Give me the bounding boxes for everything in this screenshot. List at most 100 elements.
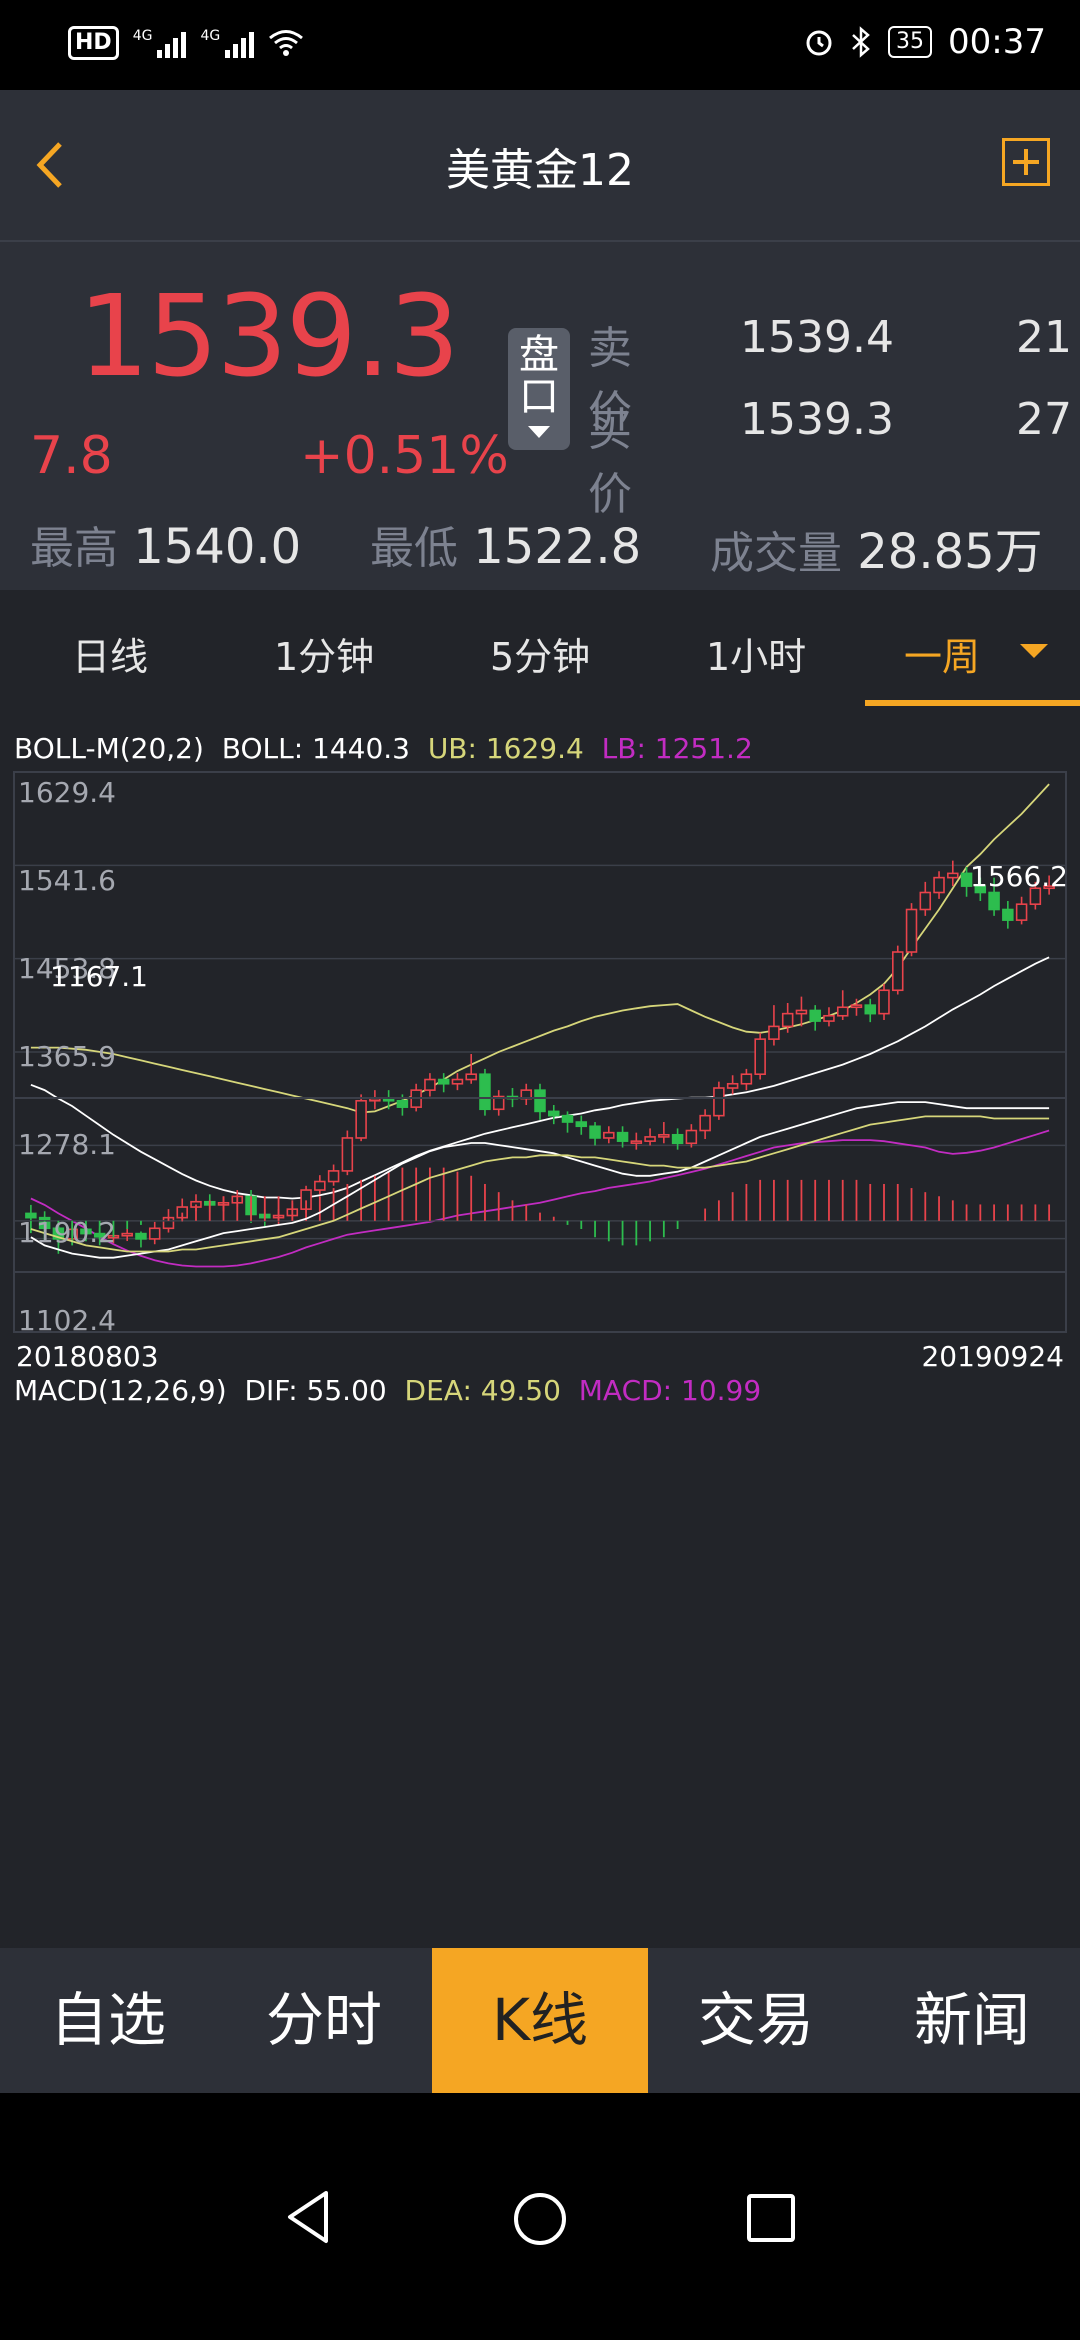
candle <box>327 1170 340 1183</box>
nav-home-icon[interactable] <box>512 2191 568 2247</box>
period-tab-day[interactable]: 日线 <box>72 626 148 681</box>
candle <box>589 1125 601 1139</box>
bid-qty: 27 <box>1016 394 1072 445</box>
low-value: 1522.8 <box>473 519 642 575</box>
y-tick: 1190.2 <box>18 1216 116 1249</box>
candle <box>671 1133 684 1145</box>
macd-value: MACD: 10.99 <box>578 1374 762 1407</box>
pankou-button[interactable]: 盘口 <box>508 328 570 450</box>
candle <box>795 1009 808 1015</box>
candle <box>437 1078 450 1085</box>
candle <box>575 1121 588 1128</box>
ask-qty: 21 <box>1016 312 1072 363</box>
candle <box>314 1180 326 1191</box>
boll-upper-line <box>30 783 1050 1114</box>
candle <box>781 1012 794 1028</box>
candle <box>451 1078 464 1085</box>
y-tick: 1102.4 <box>18 1304 116 1337</box>
x-end-date: 20190924 <box>921 1340 1064 1373</box>
nav-back-icon[interactable] <box>284 2189 332 2245</box>
hd-badge: HD <box>68 26 119 60</box>
y-tick: 1278.1 <box>18 1128 116 1161</box>
price-change: 7.8 <box>30 426 113 486</box>
nav-recents-icon[interactable] <box>746 2193 796 2243</box>
tab-timeshare[interactable]: 分时 <box>216 1948 432 2093</box>
candle <box>919 891 932 911</box>
max-price-label: 1566.2 <box>970 860 1068 893</box>
low-stat: 最低 1522.8 <box>370 512 641 576</box>
status-right: 35 00:37 <box>804 22 1046 62</box>
high-label: 最高 <box>30 523 118 574</box>
candle <box>479 1073 491 1111</box>
status-bar: HD 4G 4G 35 00:37 <box>0 0 1080 90</box>
price-change-percent: +0.51% <box>300 426 509 486</box>
candle <box>685 1129 698 1145</box>
tab-news[interactable]: 新闻 <box>864 1948 1080 2093</box>
period-tab-1hour[interactable]: 1小时 <box>706 626 806 681</box>
candle <box>148 1227 161 1240</box>
candle <box>603 1131 615 1139</box>
candle <box>726 1082 739 1089</box>
active-period-indicator <box>865 700 1080 706</box>
app-bar: 美黄金12 <box>0 90 1080 240</box>
candle <box>548 1110 560 1117</box>
candle <box>892 951 904 992</box>
low-label: 最低 <box>370 523 458 574</box>
volume-label: 成交量 <box>710 528 842 579</box>
candle <box>355 1099 367 1139</box>
signal-icon: 4G <box>133 28 187 58</box>
candle <box>836 1006 849 1017</box>
candle <box>135 1232 147 1240</box>
candle <box>699 1114 711 1132</box>
bluetooth-icon <box>852 26 870 58</box>
boll-mid-line <box>30 956 1050 1200</box>
candle <box>905 908 918 953</box>
macd-plot-frame <box>13 1097 1067 1273</box>
pankou-label: 盘口 <box>519 332 559 420</box>
period-tab-week[interactable]: 一周 <box>904 626 980 681</box>
status-left: HD 4G 4G <box>68 26 304 60</box>
candle <box>341 1137 354 1172</box>
period-dropdown-icon[interactable] <box>1020 644 1048 658</box>
period-tabs: 日线 1分钟 5分钟 1小时 一周 <box>0 590 1080 708</box>
tab-trade[interactable]: 交易 <box>648 1948 864 2093</box>
clock: 00:37 <box>948 22 1046 62</box>
macd-name: MACD(12,26,9) <box>14 1374 227 1407</box>
candle <box>616 1131 629 1142</box>
candle <box>768 1025 780 1040</box>
candle <box>534 1089 546 1113</box>
candle <box>396 1099 409 1108</box>
high-value: 1540.0 <box>133 519 302 575</box>
candle <box>121 1232 133 1237</box>
system-nav-bar <box>0 2093 1080 2340</box>
period-tab-1min[interactable]: 1分钟 <box>274 626 374 681</box>
bid-price: 1539.3 <box>740 394 894 445</box>
period-tab-5min[interactable]: 5分钟 <box>490 626 590 681</box>
last-price: 1539.3 <box>78 272 460 402</box>
candle <box>561 1114 574 1123</box>
candle <box>809 1009 821 1022</box>
chart-area[interactable]: BOLL-M(20,2) BOLL: 1440.3 UB: 1629.4 LB:… <box>0 708 1080 1948</box>
tab-kline[interactable]: K线 <box>432 1948 648 2093</box>
candle <box>658 1133 670 1138</box>
page-title: 美黄金12 <box>446 145 634 196</box>
candle <box>1002 908 1014 921</box>
macd-dea-line <box>30 1115 1050 1253</box>
macd-dif-line <box>30 1101 1050 1259</box>
battery-icon: 35 <box>888 26 933 58</box>
candle <box>988 891 1000 911</box>
wifi-icon <box>269 30 304 56</box>
x-start-date: 20180803 <box>16 1340 159 1373</box>
candle <box>740 1073 753 1085</box>
tab-watchlist[interactable]: 自选 <box>0 1948 216 2093</box>
high-stat: 最高 1540.0 <box>30 512 301 576</box>
add-watchlist-icon[interactable] <box>1002 138 1050 186</box>
volume-stat: 成交量 28.85万 <box>710 512 1043 582</box>
candle <box>630 1140 643 1144</box>
candle <box>754 1038 766 1076</box>
macd-dif: DIF: 55.00 <box>244 1374 387 1407</box>
bid-label: 买价 <box>588 405 632 520</box>
macd-legend: MACD(12,26,9) DIF: 55.00 DEA: 49.50 MACD… <box>14 1374 761 1407</box>
candle <box>1015 903 1028 921</box>
bottom-tab-bar: 自选 分时 K线 交易 新闻 <box>0 1948 1080 2093</box>
